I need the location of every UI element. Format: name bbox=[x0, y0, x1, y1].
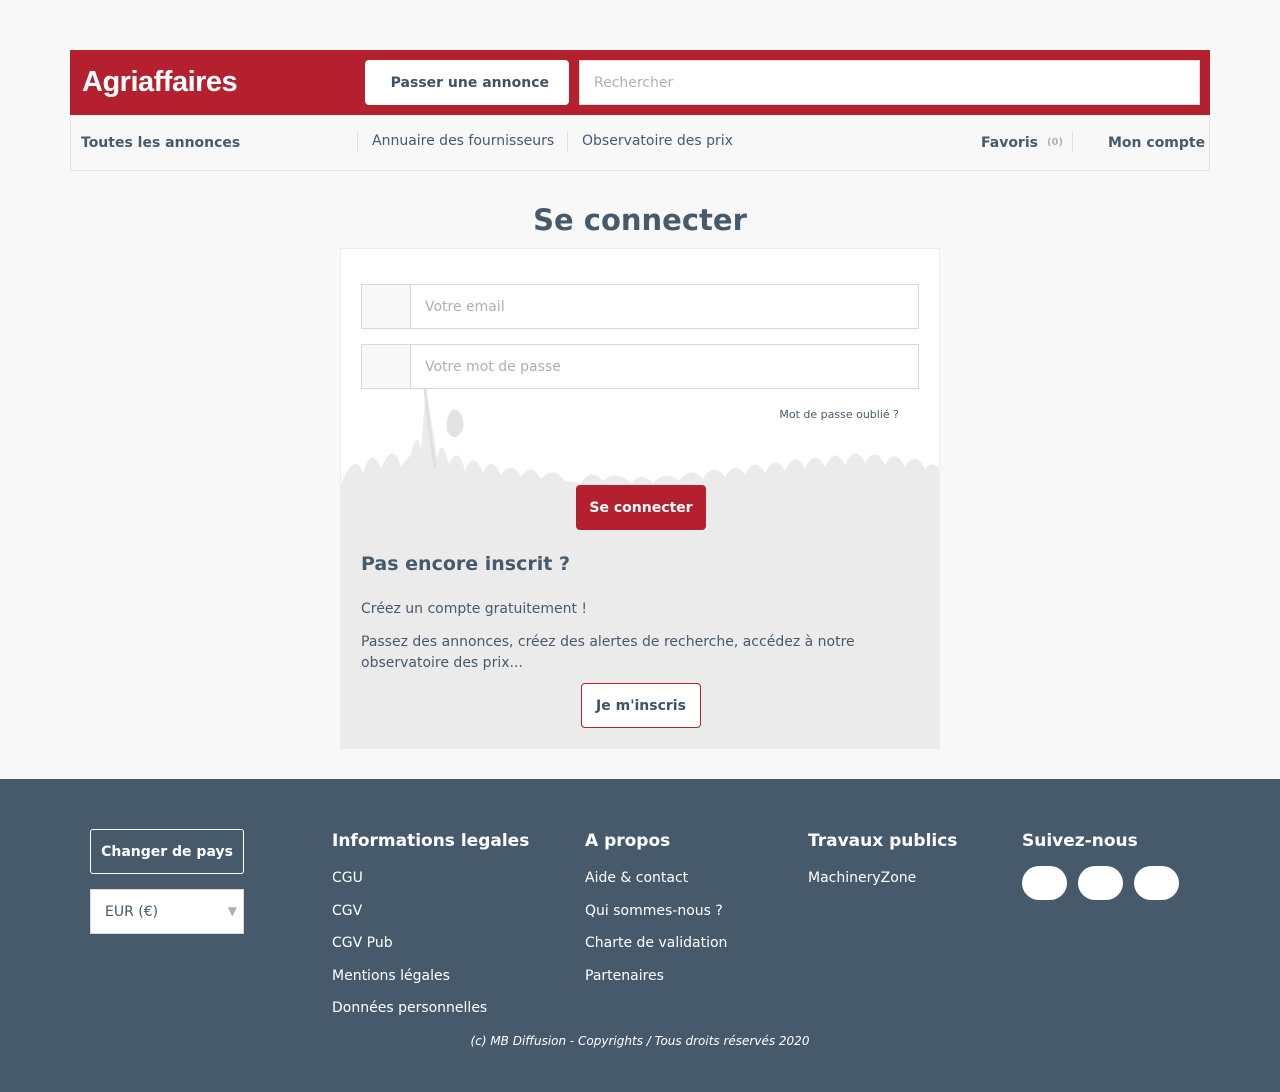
post-ad-button[interactable]: Passer une annonce bbox=[365, 60, 569, 105]
footer-link-partners[interactable]: Partenaires bbox=[585, 967, 727, 1000]
favorites-count: (0) bbox=[1046, 137, 1064, 148]
footer-link-about-us[interactable]: Qui sommes-nous ? bbox=[585, 902, 727, 935]
login-button[interactable]: Se connecter bbox=[576, 485, 706, 530]
currency-value: EUR (€) bbox=[105, 903, 159, 920]
register-description: Passez des annonces, créez des alertes d… bbox=[361, 634, 855, 671]
footer-heading: Travaux publics bbox=[808, 831, 958, 851]
register-button[interactable]: Je m'inscris bbox=[581, 683, 701, 728]
footer-link-help-contact[interactable]: Aide & contact bbox=[585, 869, 727, 902]
footer-heading: Suivez-nous bbox=[1022, 831, 1138, 851]
footer-link-legal-notice[interactable]: Mentions légales bbox=[332, 967, 529, 1000]
search-input[interactable] bbox=[579, 60, 1200, 105]
nav-my-account[interactable]: Mon compte bbox=[1108, 115, 1205, 170]
youtube-icon[interactable] bbox=[1134, 866, 1179, 900]
email-field[interactable] bbox=[411, 285, 918, 328]
favorites-label: Favoris bbox=[981, 134, 1038, 151]
site-logo[interactable]: Agriaffaires bbox=[82, 66, 238, 99]
copyright-text: (c) MB Diffusion - Copyrights / Tous dro… bbox=[470, 1034, 810, 1048]
forgot-password-link[interactable]: Mot de passe oublié ? bbox=[779, 408, 899, 421]
lock-icon bbox=[362, 345, 411, 388]
nav-favorites[interactable]: Favoris (0) bbox=[981, 115, 1063, 170]
email-icon bbox=[362, 285, 411, 328]
footer-col-social: Suivez-nous bbox=[1022, 831, 1179, 900]
footer-link-validation-charter[interactable]: Charte de validation bbox=[585, 934, 727, 967]
password-field[interactable] bbox=[411, 345, 918, 388]
nav-divider bbox=[567, 132, 568, 152]
twitter-icon[interactable] bbox=[1078, 866, 1123, 900]
footer-link-cgu[interactable]: CGU bbox=[332, 869, 529, 902]
register-create-text: Créez un compte gratuitement ! bbox=[361, 601, 588, 617]
login-panel: Mot de passe oublié ? Se connecter Pas e… bbox=[340, 248, 940, 749]
change-country-button[interactable]: Changer de pays bbox=[90, 829, 244, 874]
password-field-group bbox=[361, 344, 919, 389]
currency-select[interactable]: EUR (€) ▼ bbox=[90, 889, 244, 934]
footer-link-cgv[interactable]: CGV bbox=[332, 902, 529, 935]
footer-link-machineryzone[interactable]: MachineryZone bbox=[808, 869, 957, 902]
main-nav: Toutes les annonces Annuaire des fournis… bbox=[70, 115, 1210, 171]
page-title: Se connecter bbox=[533, 203, 747, 237]
email-field-group bbox=[361, 284, 919, 329]
header-bar: Agriaffaires Passer une annonce bbox=[70, 50, 1210, 115]
footer-col-legal: Informations legales CGU CGV CGV Pub Men… bbox=[332, 831, 529, 1032]
nav-suppliers[interactable]: Annuaire des fournisseurs bbox=[372, 113, 554, 168]
nav-all-ads[interactable]: Toutes les annonces bbox=[81, 115, 240, 170]
register-heading: Pas encore inscrit ? bbox=[361, 553, 570, 575]
social-links bbox=[1022, 866, 1179, 900]
footer-heading: Informations legales bbox=[332, 831, 530, 851]
footer-link-cgv-pub[interactable]: CGV Pub bbox=[332, 934, 529, 967]
dropdown-arrow-icon: ▼ bbox=[227, 904, 237, 918]
footer-heading: A propos bbox=[585, 831, 671, 851]
footer: Changer de pays EUR (€) ▼ Informations l… bbox=[0, 779, 1280, 1092]
nav-divider bbox=[1072, 132, 1073, 152]
footer-col-public-works: Travaux publics MachineryZone bbox=[808, 831, 957, 902]
footer-col-about: A propos Aide & contact Qui sommes-nous … bbox=[585, 831, 727, 999]
nav-price-observatory[interactable]: Observatoire des prix bbox=[582, 113, 733, 168]
footer-link-personal-data[interactable]: Données personnelles bbox=[332, 999, 529, 1032]
facebook-icon[interactable] bbox=[1022, 866, 1067, 900]
nav-divider bbox=[357, 132, 358, 152]
